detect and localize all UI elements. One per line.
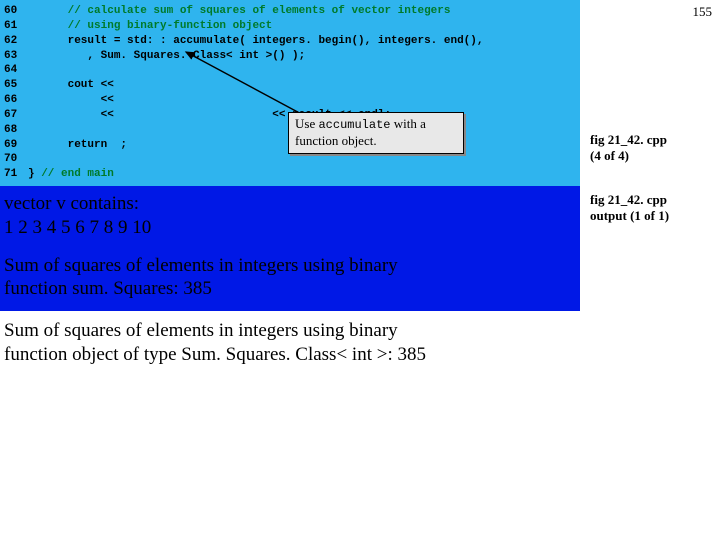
callout-mono: accumulate [318,118,390,132]
line-num: 66 [0,93,28,108]
code-text: << [101,109,114,121]
output-panel-white: Sum of squares of elements in integers u… [0,311,580,371]
caption-output: fig 21_42. cpp output (1 of 1) [590,192,669,223]
code-text: return ; [68,139,127,151]
code-comment: // calculate sum of squares of elements … [68,5,451,17]
line-num: 65 [0,78,28,93]
line-num: 60 [0,4,28,19]
page-number: 155 [693,4,713,20]
code-text: } [28,168,41,180]
code-text: result = std: : accumulate( integers. be… [68,35,484,47]
line-num: 63 [0,49,28,64]
line-num: 68 [0,123,28,138]
callout-box: Use accumulate with a function object. [288,112,464,154]
output-line: Sum of squares of elements in integers u… [4,319,576,343]
line-num: 61 [0,19,28,34]
output-line: 1 2 3 4 5 6 7 8 9 10 [4,216,576,240]
code-text: << [101,94,114,106]
code-comment: // end main [41,168,114,180]
line-num: 64 [0,63,28,78]
line-num: 62 [0,34,28,49]
output-line: function object of type Sum. Squares. Cl… [4,343,576,367]
code-block: 60 // calculate sum of squares of elemen… [0,0,580,186]
code-comment: // using binary-function object [68,20,273,32]
code-text: , Sum. Squares. Class< int >() ); [87,50,305,62]
output-panel-blue: vector v contains: 1 2 3 4 5 6 7 8 9 10 … [0,186,580,311]
code-text: cout << [68,79,114,91]
line-num: 67 [0,108,28,123]
output-line: vector v contains: [4,192,576,216]
output-line: Sum of squares of elements in integers u… [4,254,576,278]
line-num: 69 [0,138,28,153]
caption-source: fig 21_42. cpp (4 of 4) [590,132,667,163]
output-line: function sum. Squares: 385 [4,277,576,301]
line-num: 71 [0,167,28,182]
line-num: 70 [0,152,28,167]
callout-text: Use [295,116,318,131]
